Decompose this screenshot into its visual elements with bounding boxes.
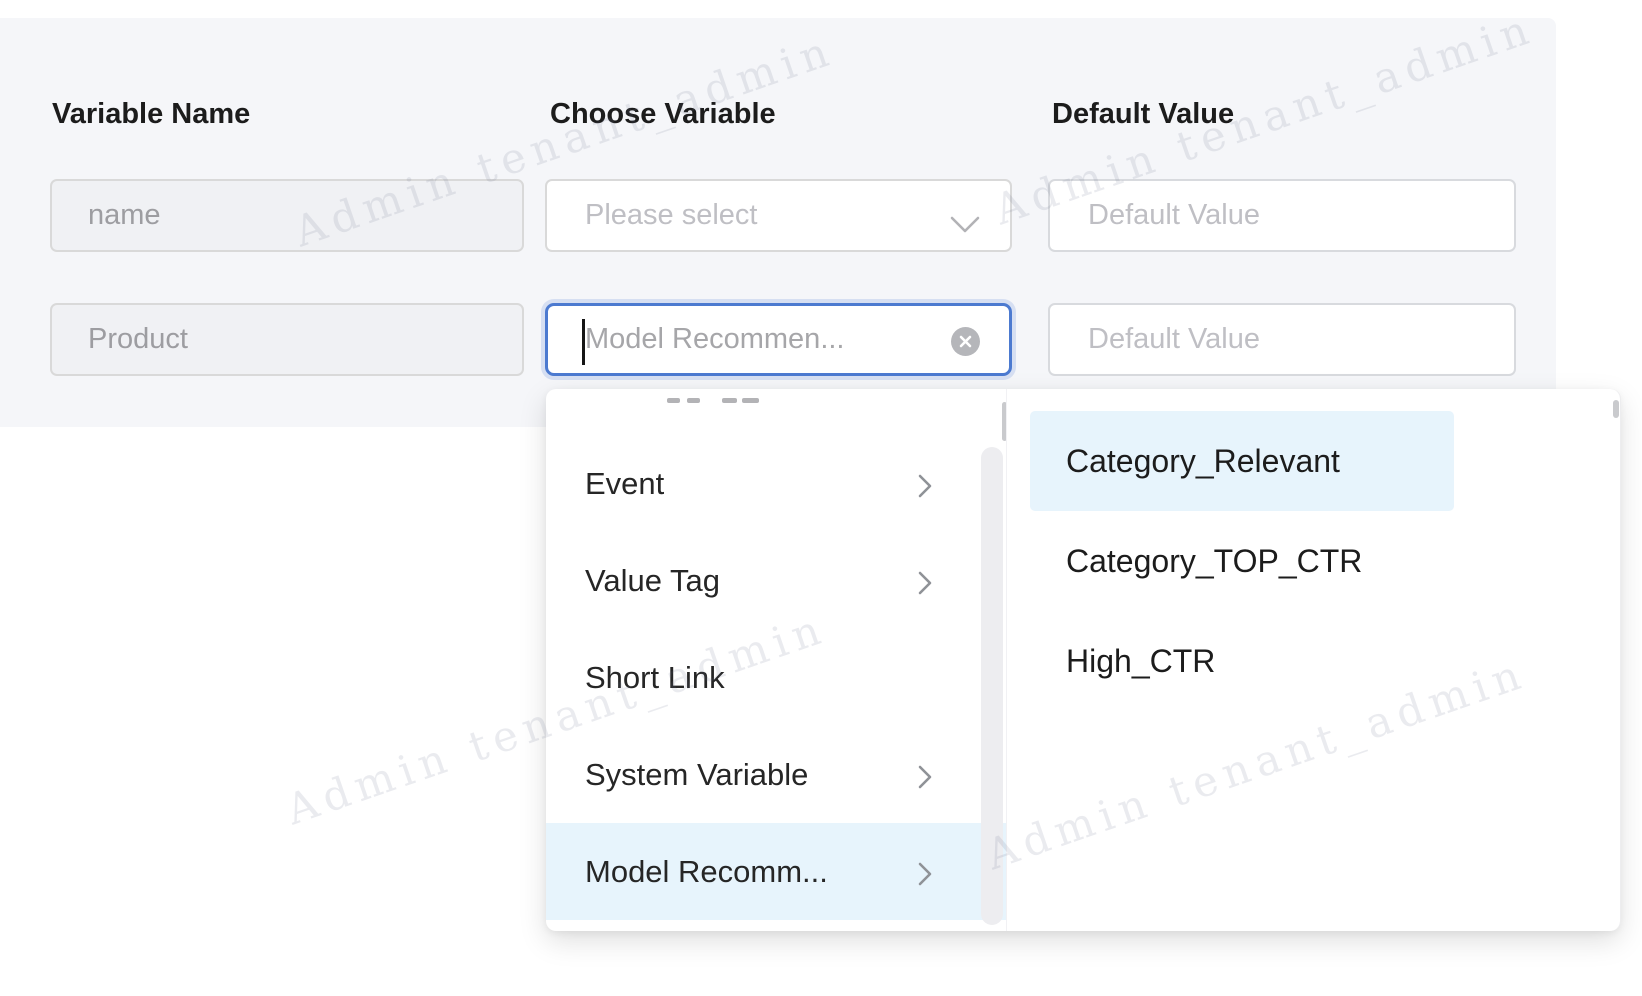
default-value-input-row2[interactable]: Default Value [1048, 303, 1516, 376]
clipped-item-fragment [687, 398, 700, 403]
chevron-right-icon [918, 471, 933, 507]
choose-variable-placeholder-row1: Please select [585, 199, 758, 232]
cascader-level2-menu: Category_Relevant Category_TOP_CTR High_… [1007, 389, 1621, 931]
default-value-placeholder-row2: Default Value [1088, 323, 1260, 356]
variable-name-input-row1[interactable]: name [50, 179, 524, 252]
item-label: Category_Relevant [1066, 443, 1340, 480]
chevron-right-icon [918, 568, 933, 604]
cascader-item-short-link[interactable]: Short Link [546, 629, 1006, 726]
item-label: Value Tag [585, 563, 720, 599]
scrollbar-thumb-wide[interactable] [981, 447, 1003, 925]
clipped-item-fragment [722, 398, 737, 403]
chevron-right-icon [918, 762, 933, 798]
default-value-placeholder-row1: Default Value [1088, 199, 1260, 232]
clear-selection-icon[interactable] [951, 327, 980, 356]
choose-variable-label: Choose Variable [550, 98, 776, 131]
cascader-item-event[interactable]: Event [546, 435, 1006, 532]
chevron-right-icon [918, 859, 933, 895]
variable-name-value-row2: Product [88, 323, 188, 356]
variable-name-input-row2[interactable]: Product [50, 303, 524, 376]
item-label: High_CTR [1066, 643, 1215, 680]
cascader-item-value-tag[interactable]: Value Tag [546, 532, 1006, 629]
cascader-item-category-relevant[interactable]: Category_Relevant [1030, 411, 1454, 511]
cascader-level1-menu: Event Value Tag Short Link S [546, 389, 1007, 931]
item-label: Event [585, 466, 664, 502]
choose-variable-select-row1[interactable]: Please select [545, 179, 1012, 252]
item-label: Short Link [585, 660, 725, 696]
default-value-input-row1[interactable]: Default Value [1048, 179, 1516, 252]
cascader-item-high-ctr[interactable]: High_CTR [1030, 611, 1454, 711]
item-label: System Variable [585, 757, 808, 793]
clipped-item-fragment [742, 398, 759, 403]
clipped-item-fragment [667, 398, 680, 403]
variable-form-panel: Variable Name Choose Variable Default Va… [0, 18, 1556, 427]
scrollbar-thumb[interactable] [1613, 400, 1619, 418]
cascader-level1-list: Event Value Tag Short Link S [546, 435, 1006, 920]
cascader-item-category-top-ctr[interactable]: Category_TOP_CTR [1030, 511, 1454, 611]
variable-name-label: Variable Name [52, 98, 250, 131]
item-label: Model Recomm... [585, 854, 828, 890]
default-value-label: Default Value [1052, 98, 1234, 131]
choose-variable-value-row2: Model Recommen... [585, 323, 845, 356]
variable-name-value-row1: name [88, 199, 161, 232]
choose-variable-select-row2-focused[interactable]: Model Recommen... [545, 303, 1012, 376]
cascader-dropdown: Event Value Tag Short Link S [546, 389, 1620, 931]
text-cursor-caret [582, 319, 585, 365]
item-label: Category_TOP_CTR [1066, 543, 1362, 580]
chevron-down-icon [950, 209, 980, 242]
cascader-item-system-variable[interactable]: System Variable [546, 726, 1006, 823]
cascader-item-model-recommend[interactable]: Model Recomm... [546, 823, 1006, 920]
